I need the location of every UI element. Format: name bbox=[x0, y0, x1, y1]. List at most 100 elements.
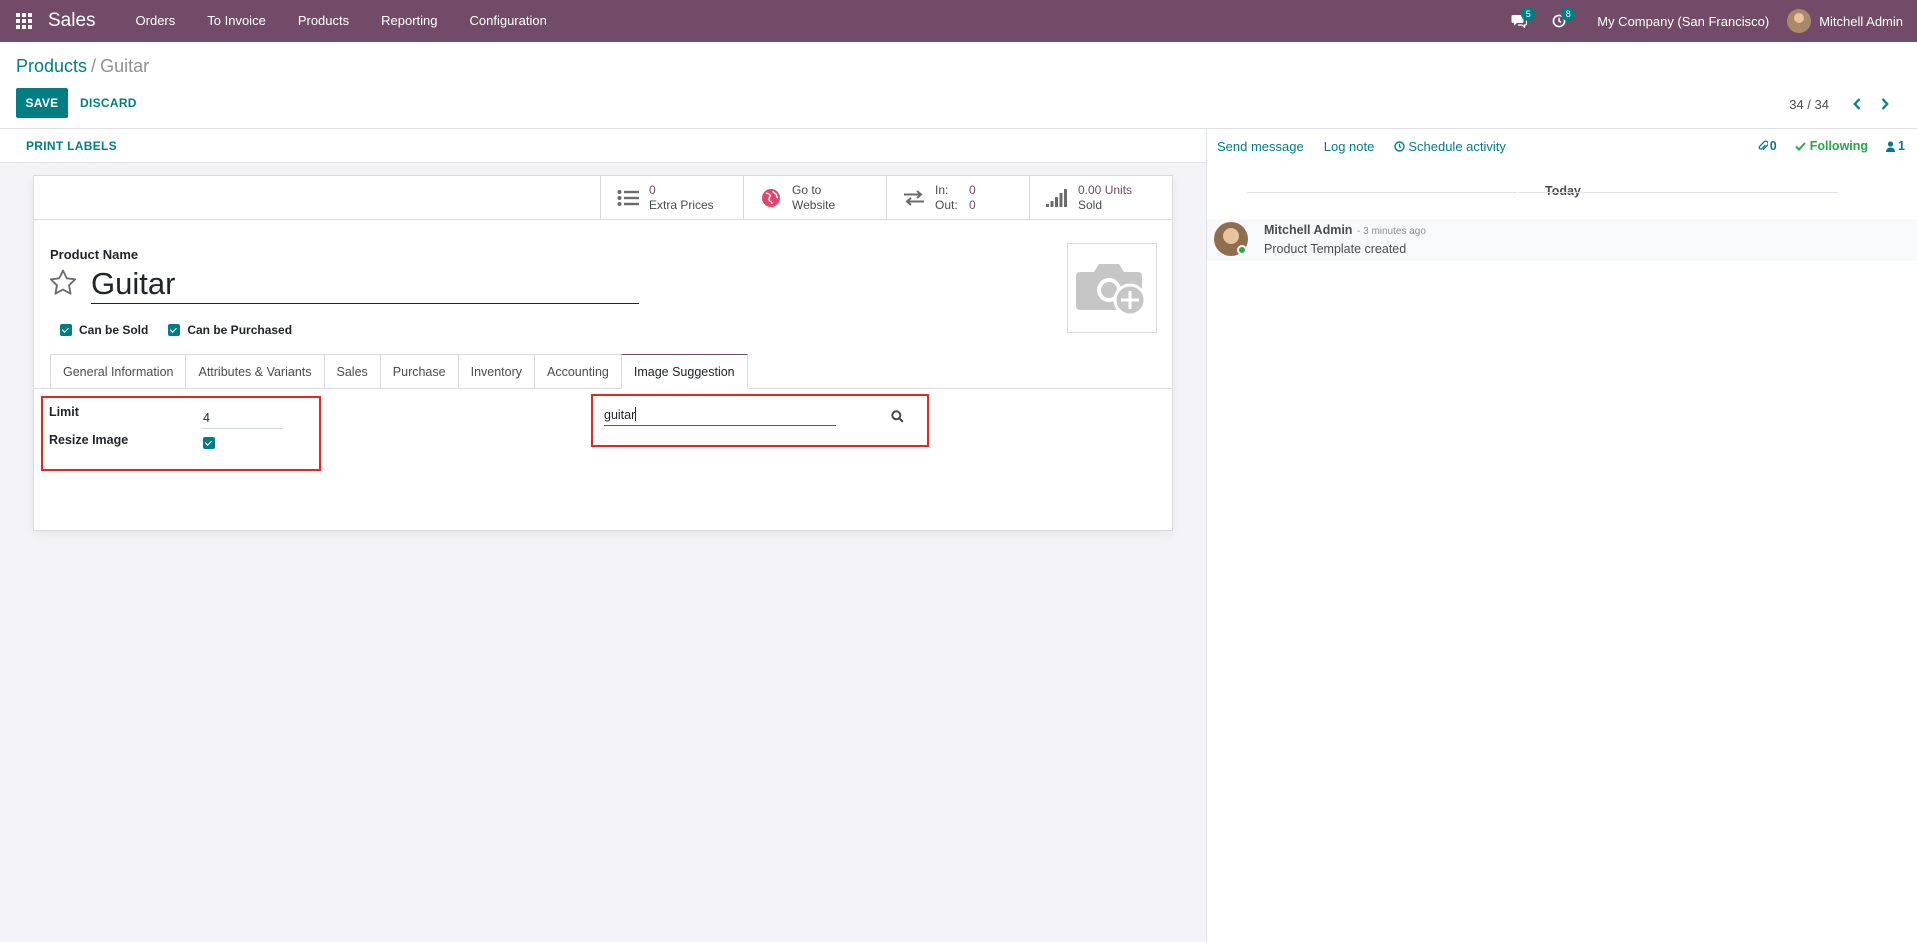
control-panel: Products / Guitar SAVE DISCARD 34 / 34 bbox=[0, 42, 1917, 129]
check-icon bbox=[1795, 141, 1806, 151]
user-icon bbox=[1886, 140, 1896, 152]
tab-inventory[interactable]: Inventory bbox=[457, 354, 535, 389]
image-search-group: guitar bbox=[591, 394, 929, 447]
chevron-right-icon bbox=[1881, 98, 1889, 110]
list-icon bbox=[615, 189, 641, 207]
user-avatar bbox=[1787, 9, 1812, 33]
limit-input[interactable]: 4 bbox=[201, 410, 283, 429]
schedule-activity-button[interactable]: Schedule activity bbox=[1394, 139, 1506, 154]
can-be-purchased-label: Can be Purchased bbox=[187, 323, 293, 337]
main-menu: Orders To Invoice Products Reporting Con… bbox=[120, 0, 563, 42]
product-options: Can be Sold Can be Purchased bbox=[60, 323, 312, 337]
menu-configuration[interactable]: Configuration bbox=[454, 0, 563, 42]
top-navbar: Sales Orders To Invoice Products Reporti… bbox=[0, 0, 1917, 42]
go-to-website-button[interactable]: Go to Website bbox=[743, 176, 886, 220]
pager-previous-button[interactable] bbox=[1843, 94, 1871, 114]
image-search-input[interactable]: guitar bbox=[604, 406, 836, 426]
chatter-panel: Send message Log note Schedule activity … bbox=[1206, 129, 1917, 942]
pager: 34 / 34 bbox=[1789, 94, 1899, 114]
tab-general-information[interactable]: General Information bbox=[50, 354, 186, 389]
sold-value: 0.00 Units bbox=[1078, 183, 1133, 197]
followers-count: 1 bbox=[1898, 139, 1905, 153]
in-value: 0 bbox=[969, 183, 976, 197]
resize-image-label: Resize Image bbox=[49, 433, 129, 447]
pager-value[interactable]: 34 / 34 bbox=[1789, 97, 1829, 112]
tab-purchase[interactable]: Purchase bbox=[379, 354, 458, 389]
product-name-label: Product Name bbox=[50, 247, 139, 262]
sold-label: Sold bbox=[1078, 198, 1103, 212]
globe-icon bbox=[758, 188, 784, 208]
extra-prices-button[interactable]: 0 Extra Prices bbox=[600, 176, 743, 220]
activities-count-badge: 8 bbox=[1561, 7, 1576, 21]
followers-button[interactable]: 1 bbox=[1886, 139, 1905, 153]
product-name-input[interactable]: Guitar bbox=[91, 264, 639, 304]
in-out-button[interactable]: In: 0 Out: 0 bbox=[886, 176, 1029, 220]
breadcrumb-separator: / bbox=[91, 56, 97, 76]
product-image-upload[interactable] bbox=[1067, 243, 1157, 333]
exchange-icon bbox=[901, 190, 927, 206]
resize-image-checkbox[interactable] bbox=[203, 437, 215, 449]
chevron-left-icon bbox=[1853, 98, 1861, 110]
attachments-count: 0 bbox=[1769, 139, 1777, 153]
message-time: - 3 minutes ago bbox=[1357, 226, 1426, 237]
form-statusbar: PRINT LABELS bbox=[0, 129, 1206, 163]
following-button[interactable]: Following bbox=[1795, 139, 1868, 153]
tab-attributes-variants[interactable]: Attributes & Variants bbox=[185, 354, 324, 389]
company-switcher[interactable]: My Company (San Francisco) bbox=[1579, 14, 1787, 29]
limit-label: Limit bbox=[49, 405, 79, 419]
app-name[interactable]: Sales bbox=[48, 10, 96, 32]
discard-button[interactable]: DISCARD bbox=[80, 88, 137, 118]
website-label-line2: Website bbox=[792, 198, 836, 212]
extra-prices-label: Extra Prices bbox=[649, 198, 714, 212]
save-button[interactable]: SAVE bbox=[16, 88, 68, 118]
pager-next-button[interactable] bbox=[1871, 94, 1899, 114]
website-label-line1: Go to bbox=[792, 183, 822, 197]
tab-accounting[interactable]: Accounting bbox=[534, 354, 621, 389]
user-name: Mitchell Admin bbox=[1819, 13, 1903, 29]
print-labels-button[interactable]: PRINT LABELS bbox=[26, 139, 117, 153]
following-label: Following bbox=[1809, 139, 1869, 153]
form-view: PRINT LABELS 0 Extra Prices Go to Website bbox=[0, 129, 1206, 942]
menu-orders[interactable]: Orders bbox=[120, 0, 192, 42]
form-sheet: 0 Extra Prices Go to Website In: 0 Out: 0 bbox=[33, 175, 1173, 531]
notebook-tabs: General Information Attributes & Variant… bbox=[50, 354, 748, 389]
units-sold-button[interactable]: 0.00 Units Sold bbox=[1029, 176, 1172, 220]
send-message-button[interactable]: Send message bbox=[1217, 139, 1304, 154]
image-suggestion-settings: Limit 4 Resize Image bbox=[41, 396, 321, 471]
date-separator: Today bbox=[1207, 184, 1917, 200]
camera-plus-icon bbox=[1076, 264, 1147, 317]
activity-menu[interactable]: 8 bbox=[1539, 0, 1579, 42]
breadcrumb-current: Guitar bbox=[100, 56, 150, 76]
message-author[interactable]: Mitchell Admin bbox=[1264, 223, 1352, 237]
out-label: Out: bbox=[935, 198, 958, 212]
in-label: In: bbox=[935, 183, 949, 197]
apps-menu-icon[interactable] bbox=[0, 0, 48, 42]
can-be-sold-checkbox[interactable] bbox=[60, 324, 72, 336]
out-value: 0 bbox=[969, 198, 976, 212]
star-icon[interactable] bbox=[48, 268, 78, 298]
log-note-button[interactable]: Log note bbox=[1324, 139, 1375, 154]
signal-bars-icon bbox=[1044, 189, 1070, 207]
smart-button-box: 0 Extra Prices Go to Website In: 0 Out: 0 bbox=[600, 176, 1172, 220]
can-be-purchased-checkbox[interactable] bbox=[168, 324, 181, 336]
chatter-topbar: Send message Log note Schedule activity … bbox=[1207, 129, 1917, 163]
menu-to-invoice[interactable]: To Invoice bbox=[191, 0, 282, 42]
tab-sales[interactable]: Sales bbox=[323, 354, 380, 389]
extra-prices-value: 0 bbox=[649, 183, 656, 197]
search-icon[interactable] bbox=[891, 410, 904, 423]
tab-image-suggestion[interactable]: Image Suggestion bbox=[620, 354, 748, 389]
messaging-menu[interactable]: 5 bbox=[1499, 0, 1539, 42]
menu-products[interactable]: Products bbox=[282, 0, 365, 42]
paperclip-icon bbox=[1758, 140, 1768, 151]
date-separator-label: Today bbox=[1545, 184, 1581, 198]
chatter-message: Mitchell Admin - 3 minutes ago Product T… bbox=[1207, 219, 1917, 261]
online-status-icon bbox=[1237, 245, 1247, 255]
breadcrumb-products-link[interactable]: Products bbox=[16, 56, 87, 76]
can-be-sold-label: Can be Sold bbox=[79, 323, 149, 337]
schedule-activity-label: Schedule activity bbox=[1408, 138, 1506, 154]
menu-reporting[interactable]: Reporting bbox=[365, 0, 453, 42]
user-menu[interactable]: Mitchell Admin bbox=[1787, 9, 1917, 33]
messages-count-badge: 5 bbox=[1521, 7, 1536, 21]
breadcrumb: Products / Guitar bbox=[16, 56, 149, 77]
attachments-button[interactable]: 0 bbox=[1758, 139, 1777, 153]
